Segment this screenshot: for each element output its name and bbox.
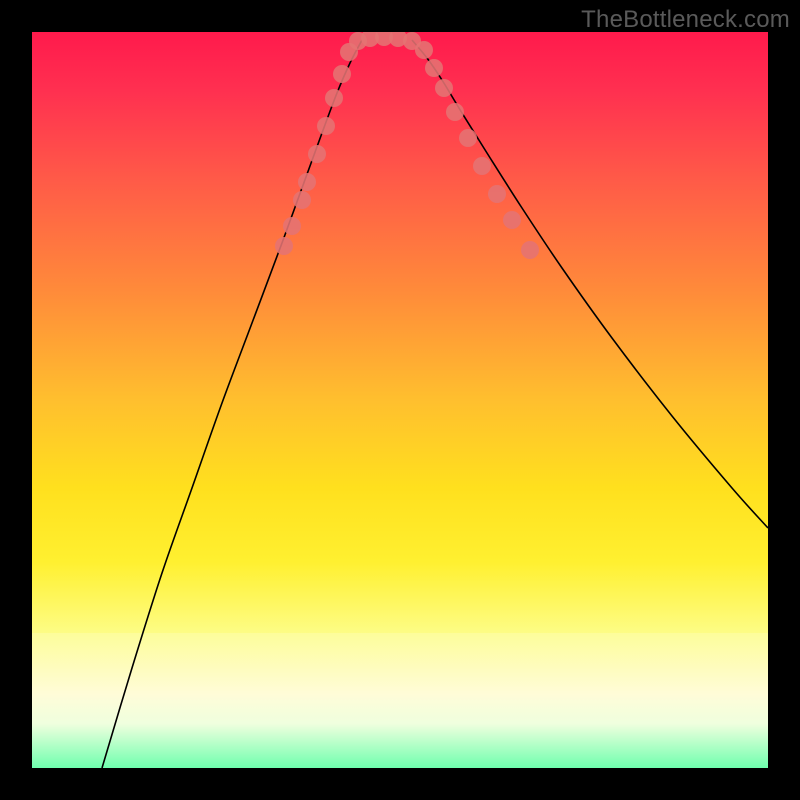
data-dot xyxy=(275,237,293,255)
data-dot xyxy=(298,173,316,191)
watermark-text: TheBottleneck.com xyxy=(581,6,790,34)
data-dot xyxy=(293,191,311,209)
data-dot xyxy=(308,145,326,163)
data-dot xyxy=(473,157,491,175)
data-dot xyxy=(425,59,443,77)
data-dot xyxy=(488,185,506,203)
curve-right-curve xyxy=(412,40,768,528)
data-dot xyxy=(435,79,453,97)
data-dot xyxy=(283,217,301,235)
data-dot xyxy=(317,117,335,135)
data-dot xyxy=(459,129,477,147)
curves-group xyxy=(102,40,768,768)
data-dot xyxy=(446,103,464,121)
data-dot xyxy=(415,41,433,59)
plot-svg xyxy=(32,32,768,768)
data-dot xyxy=(325,89,343,107)
dots-group xyxy=(275,32,539,259)
data-dot xyxy=(521,241,539,259)
data-dot xyxy=(333,65,351,83)
data-dot xyxy=(503,211,521,229)
chart-frame xyxy=(32,32,768,768)
